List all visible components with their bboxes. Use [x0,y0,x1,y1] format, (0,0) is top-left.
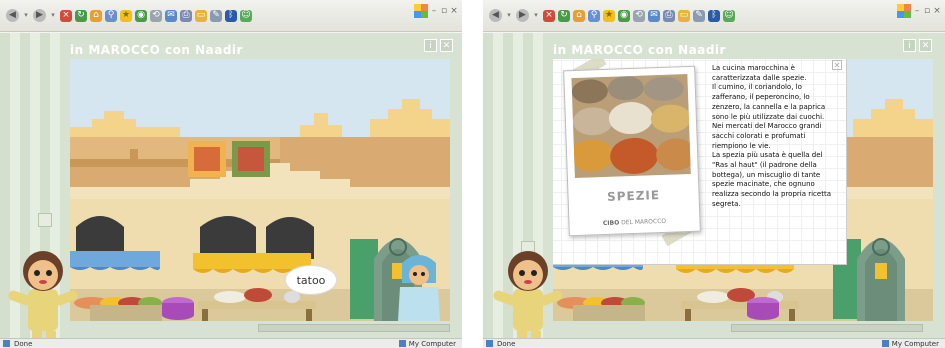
minimize-button[interactable]: – [913,6,921,16]
refresh-icon[interactable]: ↻ [558,9,570,22]
zone-indicator: My Computer [881,339,945,348]
chevron-down-icon[interactable]: ▾ [22,10,30,22]
bluetooth-icon[interactable]: ᛒ [708,9,720,22]
spice-sacks-image [571,74,691,179]
home-icon[interactable]: ⌂ [90,9,102,22]
popup-text: La cucina marocchina è caratterizzata da… [712,64,831,208]
caption-bold: CIBO [602,219,620,228]
game-frame: in MAROCCO con Naadir i ✕ tatoo [0,33,462,339]
market-illustration [70,59,450,321]
photo-label: SPEZIE [606,188,661,204]
market-scene [70,59,450,321]
chevron-down-icon[interactable]: ▾ [532,10,540,22]
ie-icon [3,340,10,347]
close-window-button[interactable]: × [933,6,941,16]
messenger-icon[interactable]: ☺ [723,9,735,22]
progress-bar [731,324,923,332]
zone-text: My Computer [408,339,456,348]
chevron-down-icon[interactable]: ▾ [505,10,513,22]
print-icon[interactable]: ⎙ [180,9,192,22]
spice-photo [571,74,691,179]
toolbar: ◀ ▾ ▶ ▾ × ↻ ⌂ ⚲ ★ ◉ ⟲ ✉ ⎙ ▭ ✎ ᛒ ☺ – ▫ × [483,0,945,32]
close-button[interactable]: ✕ [440,39,453,52]
window-gap [462,0,483,348]
minimize-button[interactable]: – [430,6,438,16]
mail-icon[interactable]: ✉ [648,9,660,22]
zone-indicator: My Computer [398,339,462,348]
edit-icon[interactable]: ✎ [210,9,222,22]
status-text: Done [14,339,33,348]
maximize-button[interactable]: ▫ [923,6,931,16]
favorites-icon[interactable]: ★ [120,9,132,22]
popup-close-button[interactable]: ✕ [832,60,842,70]
media-icon[interactable]: ◉ [135,9,147,22]
naadir-character[interactable] [485,243,575,343]
history-icon[interactable]: ⟲ [150,9,162,22]
info-button[interactable]: i [903,39,916,52]
back-icon[interactable]: ◀ [489,9,502,22]
stop-icon[interactable]: × [543,9,555,22]
messenger-icon[interactable]: ☺ [240,9,252,22]
forward-icon[interactable]: ▶ [516,9,529,22]
nav-square-button[interactable] [38,213,52,227]
game-frame: in MAROCCO con Naadir i ✕ ✕ SPEZIE CIBO … [483,33,945,339]
search-icon[interactable]: ⚲ [588,9,600,22]
window-controls: – ▫ × [897,4,941,18]
stop-icon[interactable]: × [60,9,72,22]
folder-icon[interactable]: ▭ [195,9,207,22]
windows-logo-icon [897,4,911,18]
close-window-button[interactable]: × [450,6,458,16]
maximize-button[interactable]: ▫ [440,6,448,16]
search-icon[interactable]: ⚲ [105,9,117,22]
edit-icon[interactable]: ✎ [693,9,705,22]
refresh-icon[interactable]: ↻ [75,9,87,22]
history-icon[interactable]: ⟲ [633,9,645,22]
status-text: Done [497,339,516,348]
back-icon[interactable]: ◀ [6,9,19,22]
windows-logo-icon [414,4,428,18]
status-bar: Done My Computer [483,338,945,348]
favorites-icon[interactable]: ★ [603,9,615,22]
page-title: in MAROCCO con Naadir [553,43,726,57]
browser-window-left: ◀ ▾ ▶ ▾ × ↻ ⌂ ⚲ ★ ◉ ⟲ ✉ ⎙ ▭ ✎ ᛒ ☺ – ▫ × … [0,0,462,348]
info-popup: ✕ SPEZIE CIBO DEL MAROCCO La cucina maro… [553,59,847,265]
page-title: in MAROCCO con Naadir [70,43,243,57]
computer-icon [881,340,889,347]
forward-icon[interactable]: ▶ [33,9,46,22]
chevron-down-icon[interactable]: ▾ [49,10,57,22]
spice-photo-card: SPEZIE CIBO DEL MAROCCO [563,65,701,237]
computer-icon [398,340,406,347]
zone-text: My Computer [891,339,939,348]
print-icon[interactable]: ⎙ [663,9,675,22]
toolbar: ◀ ▾ ▶ ▾ × ↻ ⌂ ⚲ ★ ◉ ⟲ ✉ ⎙ ▭ ✎ ᛒ ☺ – ▫ × [0,0,462,32]
caption-rest: DEL MAROCCO [619,217,667,227]
photo-caption: CIBO DEL MAROCCO [576,217,692,228]
home-icon[interactable]: ⌂ [573,9,585,22]
progress-bar [258,324,450,332]
browser-window-right: ◀ ▾ ▶ ▾ × ↻ ⌂ ⚲ ★ ◉ ⟲ ✉ ⎙ ▭ ✎ ᛒ ☺ – ▫ × … [483,0,945,348]
info-button[interactable]: i [424,39,437,52]
status-bar: Done My Computer [0,338,462,348]
close-button[interactable]: ✕ [919,39,932,52]
market-scene: ✕ SPEZIE CIBO DEL MAROCCO La cucina maro… [553,59,933,321]
purple-pouf[interactable] [160,295,196,321]
naadir-character[interactable] [0,243,90,343]
media-icon[interactable]: ◉ [618,9,630,22]
speech-bubble: tatoo [285,265,337,295]
purple-pouf[interactable] [745,295,781,321]
window-controls: – ▫ × [414,4,458,18]
merchant-character[interactable] [396,253,442,321]
bluetooth-icon[interactable]: ᛒ [225,9,237,22]
mail-icon[interactable]: ✉ [165,9,177,22]
folder-icon[interactable]: ▭ [678,9,690,22]
ie-icon [486,340,493,347]
